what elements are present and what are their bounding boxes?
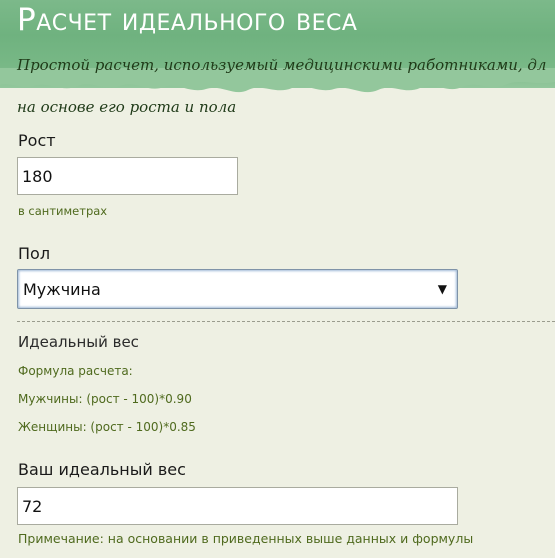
height-label: Рост xyxy=(18,131,56,150)
height-input[interactable] xyxy=(17,157,238,195)
ideal-weight-title: Идеальный вес xyxy=(18,333,139,351)
subtitle-line-1: Простой расчет, используемый медицинским… xyxy=(17,56,547,74)
formula-men: Мужчины: (рост - 100)*0.90 xyxy=(18,392,192,406)
result-input[interactable] xyxy=(17,487,458,525)
page-title: Расчет идеального веса xyxy=(17,2,358,38)
header-banner: Расчет идеального веса Простой расчет, и… xyxy=(0,0,555,116)
section-divider xyxy=(17,321,555,322)
formula-women: Женщины: (рост - 100)*0.85 xyxy=(18,420,196,434)
gender-label: Пол xyxy=(18,244,51,263)
gender-select[interactable]: Мужчина ▼ xyxy=(17,269,458,309)
gender-selected-value: Мужчина xyxy=(23,280,101,299)
formula-label: Формула расчета: xyxy=(18,364,133,378)
result-note: Примечание: на основании в приведенных в… xyxy=(18,531,474,546)
subtitle-line-2: на основе его роста и пола xyxy=(17,98,237,116)
height-hint: в сантиметрах xyxy=(18,204,108,218)
page-subtitle: Простой расчет, используемый медицинским… xyxy=(17,44,555,128)
result-label: Ваш идеальный вес xyxy=(18,460,186,479)
dropdown-arrow-icon: ▼ xyxy=(437,282,447,296)
